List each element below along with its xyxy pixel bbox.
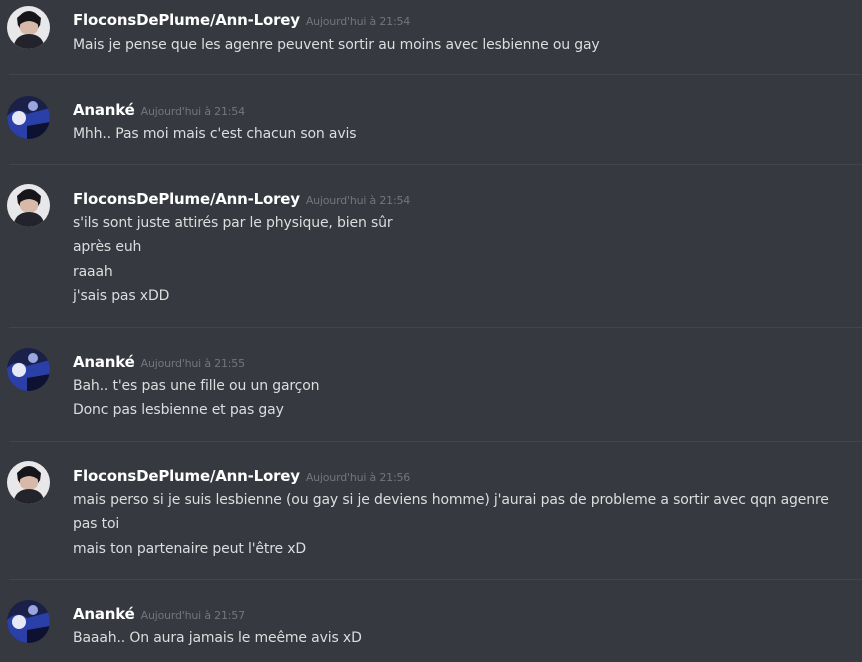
message-author[interactable]: FloconsDePlume/Ann-Lorey — [73, 190, 300, 208]
message-author[interactable]: FloconsDePlume/Ann-Lorey — [73, 467, 300, 485]
message-timestamp[interactable]: Aujourd'hui à 21:57 — [141, 609, 245, 622]
message-timestamp[interactable]: Aujourd'hui à 21:54 — [141, 105, 245, 118]
message-text: pas toi — [73, 516, 120, 533]
avatar-floconsdeplume-image — [7, 461, 50, 504]
message-text: après euh — [73, 239, 142, 256]
message-divider — [9, 164, 862, 165]
avatar-ananke-image — [7, 348, 50, 391]
message-text: raaah — [73, 263, 113, 280]
message-timestamp[interactable]: Aujourd'hui à 21:55 — [141, 357, 245, 370]
message-divider — [9, 579, 862, 580]
avatar-floconsdeplume-image — [7, 184, 50, 227]
message-text: Donc pas lesbienne et pas gay — [73, 402, 284, 419]
message-text: j'sais pas xDD — [73, 288, 170, 305]
avatar[interactable] — [7, 348, 50, 391]
avatar[interactable] — [7, 6, 50, 49]
chat-messages: FloconsDePlume/Ann-Lorey Aujourd'hui à 21… — [0, 0, 862, 662]
message-timestamp[interactable]: Aujourd'hui à 21:54 — [306, 15, 410, 28]
message-text: mais ton partenaire peut l'être xD — [73, 540, 307, 557]
message-text: Mais je pense que les agenre peuvent sor… — [73, 37, 600, 53]
message-divider — [9, 74, 862, 75]
avatar[interactable] — [7, 184, 50, 227]
message-text: Mhh.. Pas moi mais c'est chacun son avis — [73, 126, 357, 142]
message-text: s'ils sont juste attirés par le physique… — [73, 215, 393, 231]
message-divider — [9, 441, 862, 442]
message-text: mais perso si je suis lesbienne (ou gay … — [73, 492, 829, 508]
avatar-ananke-image — [7, 96, 50, 139]
message-author[interactable]: FloconsDePlume/Ann-Lorey — [73, 11, 300, 29]
avatar[interactable] — [7, 96, 50, 139]
avatar[interactable] — [7, 461, 50, 504]
avatar-floconsdeplume-image — [7, 6, 50, 49]
message-author[interactable]: Ananké — [73, 101, 135, 119]
message-text: Baaah.. On aura jamais le meême avis xD — [73, 630, 362, 646]
message-timestamp[interactable]: Aujourd'hui à 21:56 — [306, 471, 410, 484]
message-timestamp[interactable]: Aujourd'hui à 21:54 — [306, 194, 410, 207]
avatar[interactable] — [7, 600, 50, 643]
avatar-ananke-image — [7, 600, 50, 643]
message-text: Bah.. t'es pas une fille ou un garçon — [73, 378, 320, 394]
message-author[interactable]: Ananké — [73, 605, 135, 623]
message-divider — [9, 327, 862, 328]
message-author[interactable]: Ananké — [73, 353, 135, 371]
